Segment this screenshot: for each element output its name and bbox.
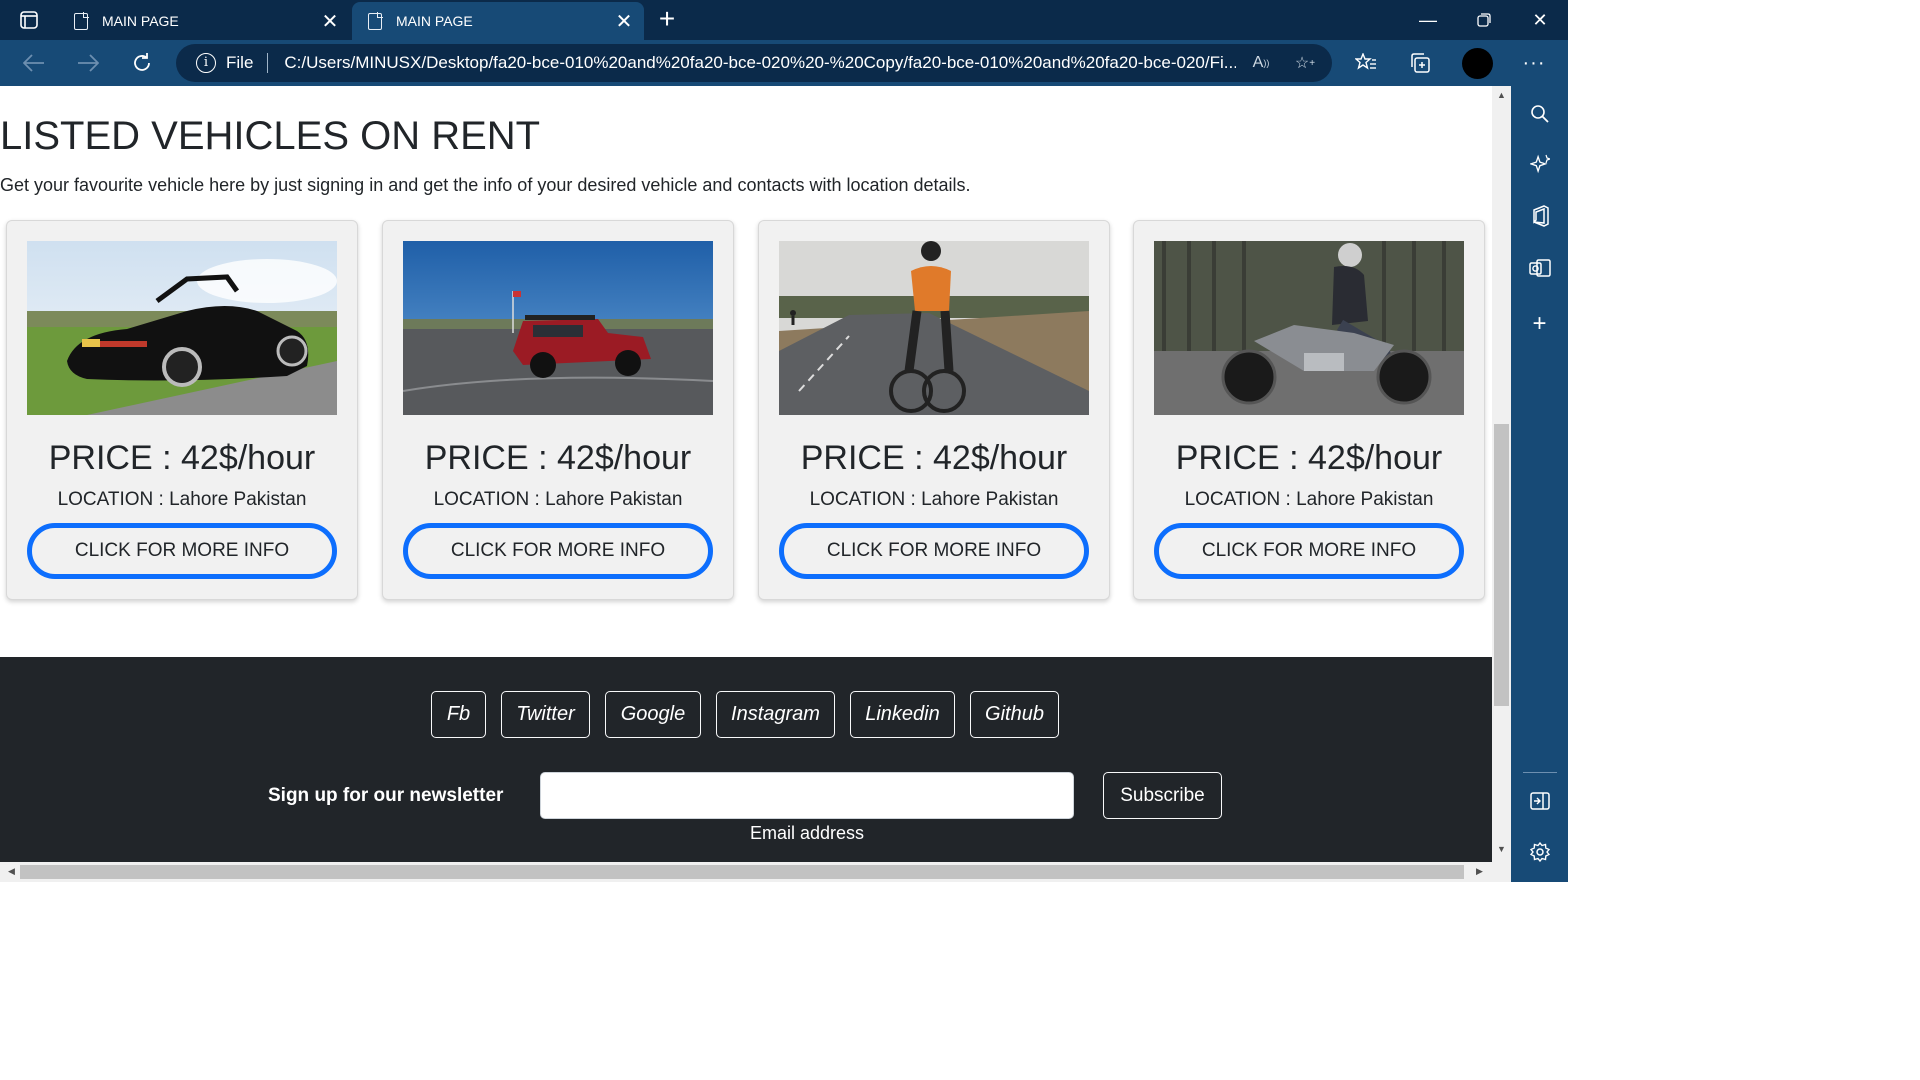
more-info-button[interactable]: CLICK FOR MORE INFO xyxy=(403,523,713,579)
vehicle-image xyxy=(779,241,1089,415)
price-text: PRICE : 42$/hour xyxy=(1175,439,1443,477)
read-aloud-icon[interactable]: A)) xyxy=(1248,52,1274,74)
newsletter-label: Sign up for our newsletter xyxy=(268,785,504,806)
vehicle-image xyxy=(1154,241,1464,415)
vehicle-image xyxy=(27,241,337,415)
vehicle-card: PRICE : 42$/hour LOCATION : Lahore Pakis… xyxy=(758,220,1110,600)
location-text: LOCATION : Lahore Pakistan xyxy=(809,489,1059,510)
title-bar: MAIN PAGE ✕ MAIN PAGE ✕ + — ✕ xyxy=(0,0,1568,40)
tab-title: MAIN PAGE xyxy=(396,13,473,29)
page-viewport: LISTED VEHICLES ON RENT Get your favouri… xyxy=(0,86,1492,862)
social-link-twitter[interactable]: Twitter xyxy=(501,691,590,738)
scroll-down-icon[interactable]: ▼ xyxy=(1492,844,1511,854)
social-link-fb[interactable]: Fb xyxy=(431,691,486,738)
scroll-right-icon[interactable]: ▶ xyxy=(1470,866,1489,877)
sidebar-divider xyxy=(1523,772,1557,773)
more-info-button[interactable]: CLICK FOR MORE INFO xyxy=(1154,523,1464,579)
page-icon xyxy=(368,11,383,30)
collections-icon[interactable] xyxy=(1402,46,1438,80)
address-bar[interactable]: i File C:/Users/MINUSX/Desktop/fa20-bce-… xyxy=(176,44,1332,82)
page-icon xyxy=(74,11,89,30)
search-icon[interactable] xyxy=(1511,94,1568,134)
outlook-icon[interactable] xyxy=(1511,248,1568,288)
scroll-thumb[interactable] xyxy=(20,865,1464,879)
vehicle-card: PRICE : 42$/hour LOCATION : Lahore Pakis… xyxy=(6,220,358,600)
add-favorite-icon[interactable]: ☆ + xyxy=(1292,52,1318,74)
more-info-button[interactable]: CLICK FOR MORE INFO xyxy=(779,523,1089,579)
browser-sidebar: + xyxy=(1511,86,1568,882)
vehicle-card: PRICE : 42$/hour LOCATION : Lahore Pakis… xyxy=(1133,220,1485,600)
close-tab-icon[interactable]: ✕ xyxy=(316,7,344,35)
site-info-icon[interactable]: i xyxy=(196,53,216,73)
scrollbar-corner xyxy=(1492,862,1511,882)
url-text[interactable]: C:/Users/MINUSX/Desktop/fa20-bce-010%20a… xyxy=(284,53,1236,73)
price-text: PRICE : 42$/hour xyxy=(48,439,316,477)
email-help-text: Email address xyxy=(749,823,865,843)
navigation-bar: i File C:/Users/MINUSX/Desktop/fa20-bce-… xyxy=(0,40,1568,86)
forward-arrow-icon[interactable] xyxy=(70,46,106,80)
location-text: LOCATION : Lahore Pakistan xyxy=(57,489,307,510)
page-footer: Fb Twitter Google Instagram Linkedin Git… xyxy=(0,657,1492,862)
location-text: LOCATION : Lahore Pakistan xyxy=(1184,489,1434,510)
restore-icon[interactable] xyxy=(1456,0,1512,40)
hide-sidebar-icon[interactable] xyxy=(1511,781,1568,821)
tab-title: MAIN PAGE xyxy=(102,13,179,29)
vertical-scrollbar[interactable]: ▲ ▼ xyxy=(1492,86,1511,862)
scroll-thumb[interactable] xyxy=(1494,424,1509,706)
add-icon[interactable]: + xyxy=(1511,304,1568,344)
tab-actions-icon[interactable] xyxy=(12,8,46,32)
copilot-icon[interactable] xyxy=(1511,144,1568,184)
close-window-icon[interactable]: ✕ xyxy=(1512,0,1568,40)
social-link-google[interactable]: Google xyxy=(605,691,701,738)
favorites-icon[interactable] xyxy=(1348,46,1384,80)
tab-main-page-2[interactable]: MAIN PAGE ✕ xyxy=(352,2,644,40)
social-link-linkedin[interactable]: Linkedin xyxy=(850,691,955,738)
location-text: LOCATION : Lahore Pakistan xyxy=(433,489,683,510)
profile-avatar[interactable] xyxy=(1462,48,1493,79)
office-icon[interactable] xyxy=(1511,196,1568,236)
minimize-icon[interactable]: — xyxy=(1400,0,1456,40)
page-heading: LISTED VEHICLES ON RENT xyxy=(0,114,541,158)
scroll-up-icon[interactable]: ▲ xyxy=(1492,90,1511,100)
more-icon[interactable]: ··· xyxy=(1516,46,1552,80)
tab-main-page-1[interactable]: MAIN PAGE ✕ xyxy=(58,2,350,40)
scroll-left-icon[interactable]: ◀ xyxy=(2,866,21,877)
close-tab-icon[interactable]: ✕ xyxy=(610,7,638,35)
new-tab-icon[interactable]: + xyxy=(652,5,682,35)
price-text: PRICE : 42$/hour xyxy=(800,439,1068,477)
divider xyxy=(267,53,269,73)
vehicle-image xyxy=(403,241,713,415)
horizontal-scrollbar[interactable]: ◀ ▶ xyxy=(0,862,1492,882)
refresh-icon[interactable] xyxy=(124,46,160,80)
more-info-button[interactable]: CLICK FOR MORE INFO xyxy=(27,523,337,579)
price-text: PRICE : 42$/hour xyxy=(424,439,692,477)
subscribe-button[interactable]: Subscribe xyxy=(1103,772,1222,819)
social-link-instagram[interactable]: Instagram xyxy=(716,691,835,738)
settings-icon[interactable] xyxy=(1511,832,1568,872)
vehicle-card: PRICE : 42$/hour LOCATION : Lahore Pakis… xyxy=(382,220,734,600)
scheme-label: File xyxy=(226,53,254,72)
social-link-github[interactable]: Github xyxy=(970,691,1059,738)
page-intro: Get your favourite vehicle here by just … xyxy=(0,175,971,195)
email-field[interactable] xyxy=(540,772,1074,819)
back-arrow-icon[interactable] xyxy=(16,46,52,80)
